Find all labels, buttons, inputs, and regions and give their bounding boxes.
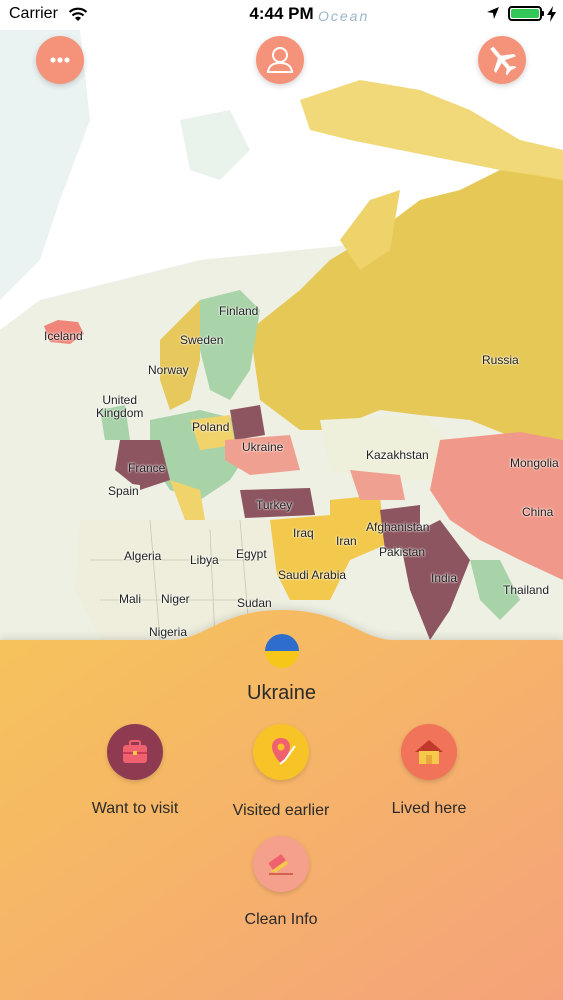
map-label-pakistan[interactable]: Pakistan [379, 546, 425, 559]
suitcase-icon [123, 740, 147, 763]
charging-bolt-icon [547, 6, 556, 22]
map-label-china[interactable]: China [522, 506, 553, 519]
map-label-algeria[interactable]: Algeria [124, 550, 161, 563]
airplane-icon [490, 46, 517, 76]
clean-info-label[interactable]: Clean Info [245, 911, 318, 929]
battery-icon [508, 6, 542, 21]
want-to-visit-label[interactable]: Want to visit [92, 800, 179, 818]
visited-earlier-label[interactable]: Visited earlier [233, 802, 330, 820]
map-label-iceland[interactable]: Iceland [44, 330, 83, 343]
travel-button[interactable] [478, 36, 526, 84]
map-label-saudi-arabia[interactable]: Saudi Arabia [278, 569, 346, 582]
map-label-mongolia[interactable]: Mongolia [510, 457, 559, 470]
map-label-poland[interactable]: Poland [192, 421, 229, 434]
want-to-visit-button[interactable] [107, 724, 163, 780]
map-label-iran[interactable]: Iran [336, 535, 357, 548]
user-icon [266, 47, 294, 73]
map-canvas [0, 30, 563, 660]
map-label-sweden[interactable]: Sweden [180, 334, 223, 347]
world-map[interactable]: Iceland Finland Sweden Norway United Kin… [0, 0, 563, 660]
map-label-thailand[interactable]: Thailand [503, 584, 549, 597]
map-label-india[interactable]: India [431, 572, 457, 585]
country-flag [265, 634, 299, 668]
visited-earlier-button[interactable] [253, 724, 309, 780]
status-bar: Carrier Ocean 4:44 PM [0, 0, 563, 30]
battery-level [511, 9, 539, 18]
country-name: Ukraine [247, 682, 316, 704]
lived-here-label[interactable]: Lived here [392, 800, 467, 818]
eraser-icon [268, 854, 293, 875]
battery-tip [542, 11, 544, 16]
location-arrow-icon [487, 7, 499, 19]
map-label-france[interactable]: France [128, 462, 165, 475]
house-icon [415, 740, 443, 764]
lived-here-button[interactable] [401, 724, 457, 780]
map-label-ukraine[interactable]: Ukraine [242, 441, 283, 454]
map-pin-check-icon [272, 738, 296, 765]
clean-info-button[interactable] [253, 836, 309, 892]
map-label-afghanistan[interactable]: Afghanistan [366, 521, 429, 534]
map-label-spain[interactable]: Spain [108, 485, 139, 498]
menu-button[interactable] [36, 36, 84, 84]
profile-button[interactable] [256, 36, 304, 84]
map-label-libya[interactable]: Libya [190, 554, 219, 567]
clock: 4:44 PM [249, 4, 314, 23]
map-label-kazakhstan[interactable]: Kazakhstan [366, 449, 429, 462]
map-label-norway[interactable]: Norway [148, 364, 189, 377]
map-label-finland[interactable]: Finland [219, 305, 258, 318]
map-label-iraq[interactable]: Iraq [293, 527, 314, 540]
map-label-turkey[interactable]: Turkey [256, 499, 292, 512]
map-label-russia[interactable]: Russia [482, 354, 519, 367]
map-label-egypt[interactable]: Egypt [236, 548, 267, 561]
menu-dots-icon [50, 57, 70, 63]
map-label-united-kingdom[interactable]: United Kingdom [96, 394, 143, 420]
